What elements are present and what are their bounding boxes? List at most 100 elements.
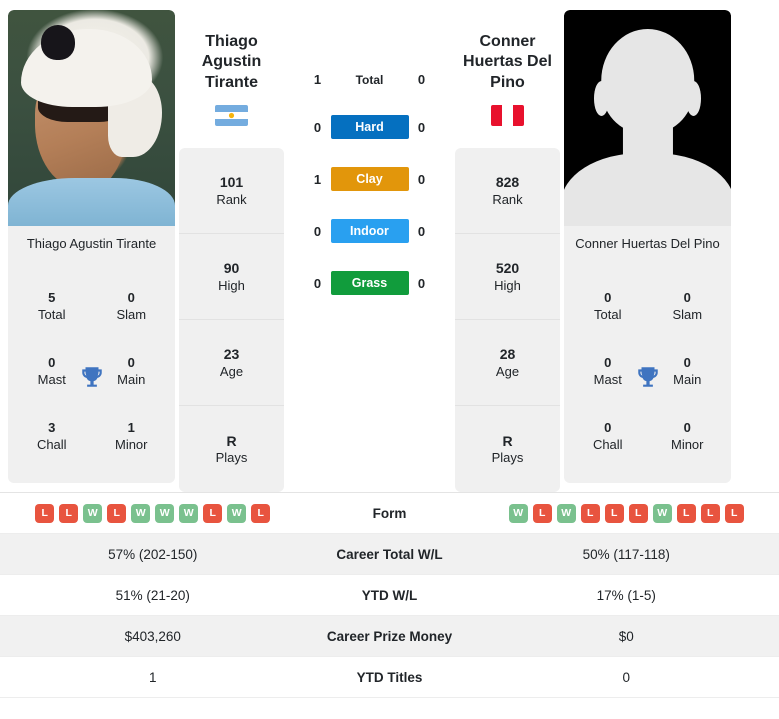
left-titles-total: 5 Total (12, 274, 92, 339)
left-titles-slam-value: 0 (127, 289, 135, 305)
stat-label-career-prize-money: Career Prize Money (326, 628, 453, 644)
stat-label-career-total-wl: Career Total W/L (336, 546, 443, 562)
form-badge-left-2[interactable]: L (59, 503, 79, 523)
left-player-photo-caption: Thiago Agustin Tirante (26, 236, 157, 251)
left-profile-age: 23 Age (179, 320, 284, 407)
right-titles-slam: 0 Slam (648, 274, 728, 339)
form-badge-left-5[interactable]: W (131, 503, 151, 523)
player-comparison-page: Thiago Agustin Tirante 5 Total 0 Slam 0 … (0, 0, 779, 719)
left-titles-minor-label: Minor (114, 436, 148, 452)
right-profile-plays-value: R (502, 432, 513, 449)
right-titles-total-label: Total (594, 306, 622, 322)
right-titles-chall: 0 Chall (568, 404, 648, 469)
left-titles-main-value: 0 (127, 354, 135, 370)
left-ytd-titles: 1 (148, 669, 157, 685)
right-titles-chall-label: Chall (592, 436, 623, 452)
stat-label-ytd-wl: YTD W/L (361, 587, 418, 603)
left-titles-chall-label: Chall (36, 436, 67, 452)
form-badge-right-6[interactable]: L (628, 503, 648, 523)
right-titles-mast-value: 0 (604, 354, 612, 370)
h2h-grass-right-score: 0 (417, 275, 426, 291)
left-player-name: Thiago Agustin Tirante (201, 33, 262, 91)
right-titles-slam-label: Slam (672, 306, 703, 322)
left-titles-chall-value: 3 (48, 419, 56, 435)
form-badge-right-7[interactable]: W (652, 503, 672, 523)
peru-flag-icon (491, 105, 524, 127)
right-ytd-wl: 17% (1-5) (596, 587, 656, 603)
stat-label-ytd-titles: YTD Titles (356, 669, 423, 685)
right-titles-slam-value: 0 (683, 289, 691, 305)
left-form-strip: LLWLWWWLWL (0, 503, 306, 523)
silhouette-head-shape (600, 29, 695, 134)
h2h-hard-surface-badge[interactable]: Hard (330, 115, 409, 139)
h2h-clay-left-score: 1 (313, 171, 322, 187)
right-player-photo (564, 10, 731, 226)
right-profile-high-label: High (494, 277, 521, 293)
form-badge-right-1[interactable]: W (508, 503, 528, 523)
right-profile-age-value: 28 (499, 346, 516, 363)
right-player-name: Conner Huertas Del Pino (463, 33, 552, 91)
h2h-indoor-right-score: 0 (417, 223, 426, 239)
right-player-card[interactable]: Conner Huertas Del Pino 0 Total 0 Slam 0… (564, 10, 731, 483)
h2h-total-label: Total (355, 72, 384, 87)
right-player-info-column: Conner Huertas Del Pino 828 Rank 520 Hig… (451, 10, 564, 493)
right-titles-minor-value: 0 (683, 419, 691, 435)
form-badge-right-3[interactable]: W (556, 503, 576, 523)
left-player-card[interactable]: Thiago Agustin Tirante 5 Total 0 Slam 0 … (8, 10, 175, 483)
left-profile-rank-value: 101 (219, 174, 244, 191)
h2h-indoor-left-score: 0 (313, 223, 322, 239)
right-career-prize-money: $0 (618, 628, 634, 644)
form-badge-left-10[interactable]: L (251, 503, 271, 523)
form-badge-right-5[interactable]: L (604, 503, 624, 523)
h2h-row-indoor: 0 Indoor 0 (288, 219, 451, 243)
form-badge-left-4[interactable]: L (107, 503, 127, 523)
comparison-header: Thiago Agustin Tirante 5 Total 0 Slam 0 … (0, 0, 779, 493)
form-badge-left-1[interactable]: L (35, 503, 55, 523)
photo-cap-button-shape (41, 25, 75, 60)
form-badge-right-2[interactable]: L (532, 503, 552, 523)
h2h-hard-right-score: 0 (417, 119, 426, 135)
form-badge-right-8[interactable]: L (676, 503, 696, 523)
form-badge-left-3[interactable]: W (83, 503, 103, 523)
right-profile-rank: 828 Rank (455, 148, 560, 235)
left-profile-high-value: 90 (223, 260, 240, 277)
left-profile-plays-value: R (226, 432, 237, 449)
form-badge-right-4[interactable]: L (580, 503, 600, 523)
left-titles-minor-value: 1 (127, 419, 135, 435)
comparison-stats-table: LLWLWWWLWL Form WLWLLLWLLL 57% (202-150)… (0, 492, 779, 698)
right-player-photo-caption: Conner Huertas Del Pino (575, 236, 720, 251)
h2h-clay-surface-badge[interactable]: Clay (330, 167, 409, 191)
silhouette-body-shape (564, 152, 731, 226)
right-profile-rank-value: 828 (495, 174, 520, 191)
h2h-indoor-surface-badge[interactable]: Indoor (330, 219, 409, 243)
left-profile-high-label: High (218, 277, 245, 293)
right-profile-age-label: Age (495, 363, 520, 379)
right-player-column: Conner Huertas Del Pino 0 Total 0 Slam 0… (564, 10, 731, 483)
h2h-row-clay: 1 Clay 0 (288, 167, 451, 191)
right-titles-chall-value: 0 (604, 419, 612, 435)
left-titles-mast-label: Mast (37, 371, 66, 387)
right-titles-minor-label: Minor (670, 436, 704, 452)
right-career-total-wl: 50% (117-118) (582, 546, 670, 562)
stat-row-career-prize-money: $403,260 Career Prize Money $0 (0, 616, 779, 657)
form-badge-left-7[interactable]: W (179, 503, 199, 523)
form-badge-right-9[interactable]: L (700, 503, 720, 523)
form-badge-left-6[interactable]: W (155, 503, 175, 523)
right-ytd-titles: 0 (622, 669, 630, 685)
form-badge-right-10[interactable]: L (724, 503, 744, 523)
left-titles-total-value: 5 (48, 289, 56, 305)
argentina-flag-icon (215, 105, 248, 127)
right-profile-rank-label: Rank (492, 191, 523, 207)
h2h-clay-right-score: 0 (417, 171, 426, 187)
trophy-icon (79, 364, 105, 390)
left-ytd-wl: 51% (21-20) (115, 587, 190, 603)
form-badge-left-8[interactable]: L (203, 503, 223, 523)
stat-row-ytd-wl: 51% (21-20) YTD W/L 17% (1-5) (0, 575, 779, 616)
h2h-grass-surface-badge[interactable]: Grass (330, 271, 409, 295)
form-badge-left-9[interactable]: W (227, 503, 247, 523)
h2h-grass-left-score: 0 (313, 275, 322, 291)
h2h-row-hard: 0 Hard 0 (288, 115, 451, 139)
right-profile-high-value: 520 (495, 260, 520, 277)
right-titles-minor: 0 Minor (648, 404, 728, 469)
stat-row-ytd-titles: 1 YTD Titles 0 (0, 657, 779, 698)
